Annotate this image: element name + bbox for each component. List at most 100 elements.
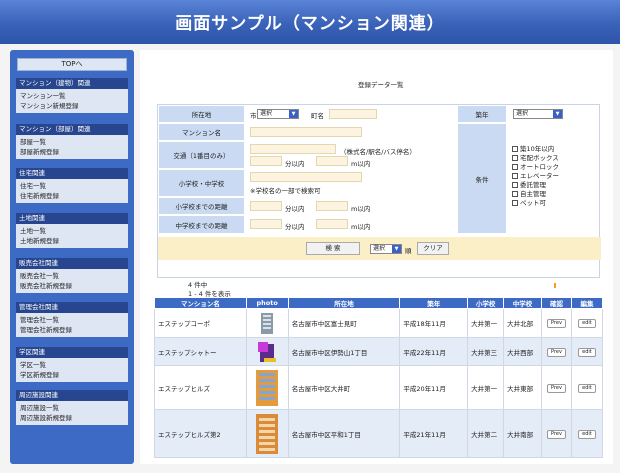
checkbox[interactable] xyxy=(512,173,518,179)
town-input[interactable] xyxy=(329,109,377,119)
transport-hint: （株式名/駅名/バス停名） xyxy=(340,148,416,156)
side-group-management-company: 管理会社関連 管理会社一覧 管理会社新規登録 xyxy=(16,302,128,337)
sidebar-item-management-new[interactable]: 管理会社新規登録 xyxy=(20,325,124,335)
checkbox[interactable] xyxy=(512,146,518,152)
condition-outsourced-management[interactable]: 委託管理 xyxy=(512,181,546,189)
distance-unit: m以内 xyxy=(351,205,371,213)
col-junior: 中学校 xyxy=(503,297,542,309)
cell-elementary: 大井第一 xyxy=(467,308,505,338)
sidebar-item-house-list[interactable]: 住宅一覧 xyxy=(20,181,124,191)
col-photo: photo xyxy=(245,297,289,309)
side-group-facilities: 周辺施設関連 周辺施設一覧 周辺施設新規登録 xyxy=(16,390,128,425)
search-form: 所在地 市 選択 ▼ 町名 築年 選択 ▼ マンション名 交通（1番目のみ） （… xyxy=(157,104,601,278)
top-link[interactable]: TOPへ xyxy=(17,58,127,71)
cell-address: 名古屋市中区平和1丁目 xyxy=(287,409,401,458)
sidebar-item-facility-new[interactable]: 周辺施設新規登録 xyxy=(20,413,124,423)
sidebar-item-school-list[interactable]: 学区一覧 xyxy=(20,360,124,370)
cell-elementary: 大井第一 xyxy=(467,365,505,410)
junior-distance-input[interactable] xyxy=(316,219,348,229)
table-row: エステップヒルズ第2 名古屋市中区平和1丁目 平成21年11月 大井第二 大井南… xyxy=(154,409,604,458)
cell-junior: 大井東部 xyxy=(503,365,542,410)
transport-distance-input[interactable] xyxy=(316,156,348,166)
sidebar-item-house-new[interactable]: 住宅新規登録 xyxy=(20,191,124,201)
cell-edit: edit xyxy=(570,409,604,458)
building-age-label: 築年 xyxy=(458,106,506,122)
search-button[interactable]: 検 索 xyxy=(306,242,360,255)
condition-delivery-box[interactable]: 宅配ボックス xyxy=(512,154,559,162)
condition-self-management[interactable]: 自主管理 xyxy=(512,190,546,198)
sidebar-item-room-new[interactable]: 部屋新規登録 xyxy=(20,147,124,157)
page-banner: 画面サンプル（マンション関連） xyxy=(0,0,620,44)
col-edit: 編集 xyxy=(570,297,604,309)
condition-elevator[interactable]: エレベーター xyxy=(512,172,559,180)
prev-button[interactable]: Prev xyxy=(547,319,566,328)
sidebar-item-sales-list[interactable]: 販売会社一覧 xyxy=(20,271,124,281)
side-group-land: 土地関連 土地一覧 土地新規登録 xyxy=(16,213,128,248)
edit-button[interactable]: edit xyxy=(578,319,596,328)
checkbox[interactable] xyxy=(512,155,518,161)
cell-confirm: Prev xyxy=(540,365,572,410)
junior-walk-input[interactable] xyxy=(250,219,282,229)
sidebar-item-management-list[interactable]: 管理会社一覧 xyxy=(20,315,124,325)
school-label: 小学校・中学校 xyxy=(159,170,244,196)
condition-auto-lock[interactable]: オートロック xyxy=(512,163,559,171)
sort-select[interactable]: 選択 ▼ xyxy=(370,244,402,254)
side-group-mansion-building: マンション（建物）関連 マンション一覧 マンション新規登録 xyxy=(16,78,128,113)
sidebar-item-facility-list[interactable]: 周辺施設一覧 xyxy=(20,403,124,413)
side-group-head: 周辺施設関連 xyxy=(16,390,128,401)
sidebar-item-mansion-new[interactable]: マンション新規登録 xyxy=(20,101,124,111)
side-group-house: 住宅関連 住宅一覧 住宅新規登録 xyxy=(16,168,128,203)
table-row: エステップヒルズ 名古屋市中区大井町 平成20年11月 大井第一 大井東部 Pr… xyxy=(154,365,604,410)
cell-year: 平成21年11月 xyxy=(399,409,469,458)
prev-button[interactable]: Prev xyxy=(547,347,566,357)
sidebar-item-school-new[interactable]: 学区新規登録 xyxy=(20,370,124,380)
marker xyxy=(554,283,556,288)
sidebar-item-land-new[interactable]: 土地新規登録 xyxy=(20,236,124,246)
cell-address: 名古屋市中区伊勢山1丁目 xyxy=(287,337,401,366)
cell-year: 平成20年11月 xyxy=(399,365,469,410)
building-photo xyxy=(261,313,274,334)
school-input[interactable] xyxy=(250,172,362,182)
sidebar-item-room-list[interactable]: 部屋一覧 xyxy=(20,137,124,147)
side-group-head: 学区関連 xyxy=(16,347,128,358)
cell-address: 名古屋市中区富士見町 xyxy=(287,308,401,338)
condition-pets-allowed[interactable]: ペット可 xyxy=(512,199,546,207)
prev-button[interactable]: Prev xyxy=(547,429,566,439)
sidebar-item-land-list[interactable]: 土地一覧 xyxy=(20,226,124,236)
edit-button[interactable]: edit xyxy=(578,429,596,439)
sidebar-item-sales-new[interactable]: 販売会社新規登録 xyxy=(20,281,124,291)
checkbox[interactable] xyxy=(512,164,518,170)
checkbox[interactable] xyxy=(512,200,518,206)
page-heading: 登録データ一覧 xyxy=(358,81,404,89)
side-group-school-district: 学区関連 学区一覧 学区新規登録 xyxy=(16,347,128,382)
side-group-mansion-room: マンション（部屋）関連 部屋一覧 部屋新規登録 xyxy=(16,124,128,159)
elementary-walk-input[interactable] xyxy=(250,201,282,211)
elementary-distance-label: 小学校までの距離 xyxy=(159,198,244,214)
walk-unit: 分以内 xyxy=(285,160,305,168)
form-actions: 検 索 選択 ▼ 順 クリア xyxy=(158,237,601,260)
checkbox[interactable] xyxy=(512,182,518,188)
side-group-head: 販売会社関連 xyxy=(16,258,128,269)
elementary-distance-input[interactable] xyxy=(316,201,348,211)
sidebar-item-mansion-list[interactable]: マンション一覧 xyxy=(20,91,124,101)
col-name: マンション名 xyxy=(154,297,247,309)
cell-name: エステップヒルズ第2 xyxy=(154,409,247,458)
edit-button[interactable]: edit xyxy=(578,383,596,393)
cell-confirm: Prev xyxy=(540,337,572,366)
condition-new-building[interactable]: 築10年以内 xyxy=(512,145,554,153)
table-header-row: マンション名 photo 所在地 築年 小学校 中学校 確認 編集 xyxy=(154,297,604,309)
side-group-sales-company: 販売会社関連 販売会社一覧 販売会社新規登録 xyxy=(16,258,128,293)
mansion-name-input[interactable] xyxy=(250,127,362,137)
prev-button[interactable]: Prev xyxy=(547,383,566,393)
city-select[interactable]: 選択 ▼ xyxy=(257,109,299,119)
junior-distance-label: 中学校までの距離 xyxy=(159,216,244,233)
station-input[interactable] xyxy=(250,144,336,154)
location-label: 所在地 xyxy=(159,106,244,122)
edit-button[interactable]: edit xyxy=(578,347,596,357)
checkbox[interactable] xyxy=(512,191,518,197)
building-age-select[interactable]: 選択 ▼ xyxy=(513,109,563,119)
main-content: 登録データ一覧 所在地 市 選択 ▼ 町名 築年 選択 ▼ マンション名 交通（… xyxy=(140,50,613,464)
transport-walk-input[interactable] xyxy=(250,156,282,166)
cell-elementary: 大井第三 xyxy=(467,337,505,366)
clear-button[interactable]: クリア xyxy=(417,242,449,255)
